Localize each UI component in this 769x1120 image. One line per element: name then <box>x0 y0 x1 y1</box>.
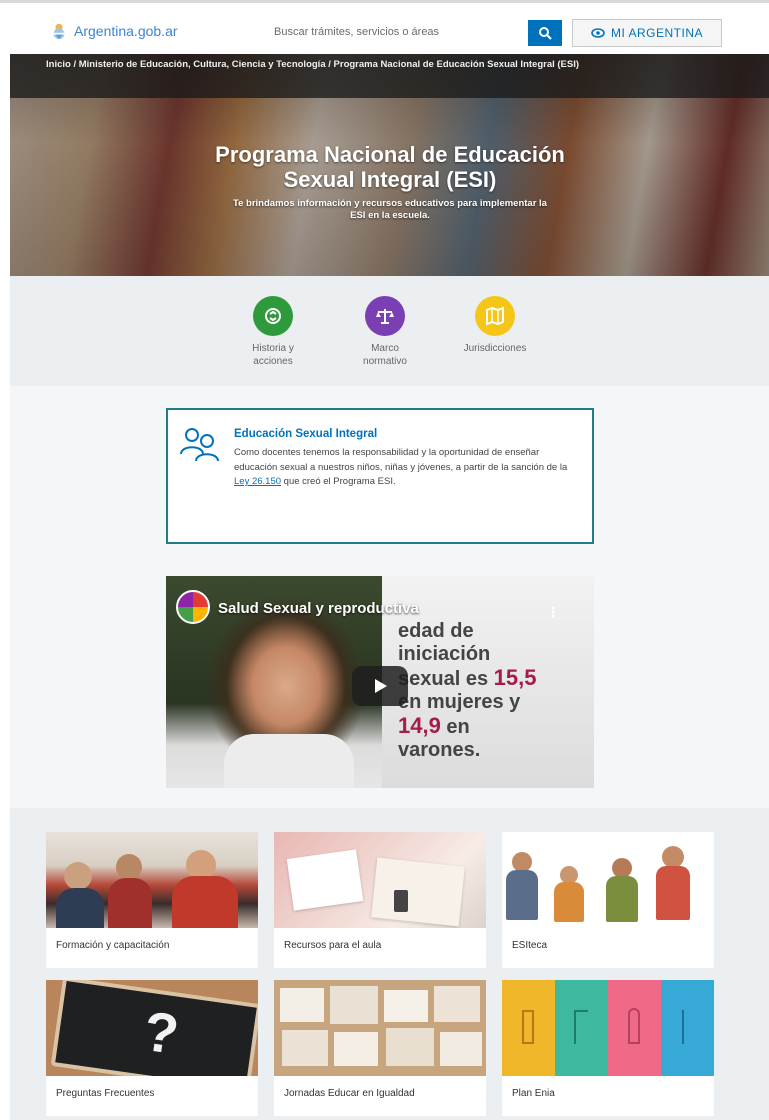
quick-link-label-line: Historia y <box>252 343 294 354</box>
tile-image: ? <box>46 980 258 1076</box>
tile-preguntas[interactable]: ? Preguntas Frecuentes <box>46 980 258 1116</box>
top-divider <box>0 0 769 3</box>
video-text-line: en mujeres y <box>398 691 521 713</box>
breadcrumb-current: Programa Nacional de Educación Sexual In… <box>333 59 580 70</box>
quick-link-label-line: Marco <box>371 343 399 354</box>
tile-jornadas[interactable]: Jornadas Educar en Igualdad <box>274 980 486 1116</box>
quick-links-band: Historia y acciones Marco normativo Juri… <box>10 276 769 386</box>
tile-image <box>502 832 714 928</box>
page-title-line2: Sexual Integral (ESI) <box>283 167 497 192</box>
tile-image <box>274 980 486 1076</box>
video-text-line: 14,9 en <box>398 714 578 739</box>
breadcrumb-ministry[interactable]: Ministerio de Educación, Cultura, Cienci… <box>79 59 326 70</box>
site-header: Argentina.gob.ar MI ARGENTINA <box>10 8 769 54</box>
video-text-line: varones. <box>398 739 481 761</box>
mi-argentina-icon <box>591 28 605 38</box>
quick-link-label: Jurisdicciones <box>450 342 540 355</box>
mi-argentina-button[interactable]: MI ARGENTINA <box>572 19 722 47</box>
page: Argentina.gob.ar MI ARGENTINA Inicio / M… <box>0 0 769 1120</box>
page-subtitle-line2: ESI en la escuela. <box>350 210 430 221</box>
breadcrumb: Inicio / Ministerio de Educación, Cultur… <box>46 58 726 71</box>
quick-link-label: Historia y acciones <box>228 342 318 368</box>
page-subtitle-line1: Te brindamos información y recursos educ… <box>233 198 547 209</box>
play-icon <box>375 679 387 693</box>
play-button[interactable] <box>352 666 408 706</box>
video-overlay-text: edad de iniciación sexual es 15,5 en muj… <box>398 620 578 762</box>
video-text-fragment: en <box>440 716 470 738</box>
quick-link-historia[interactable]: Historia y acciones <box>228 296 318 368</box>
search-icon <box>539 27 552 40</box>
tile-label: Recursos para el aula <box>284 940 382 951</box>
tile-image <box>274 832 486 928</box>
people-icon <box>180 428 219 462</box>
tile-label: Preguntas Frecuentes <box>56 1088 155 1099</box>
quick-link-label-line: normativo <box>363 356 407 367</box>
tile-formacion[interactable]: Formación y capacitación <box>46 832 258 968</box>
scale-icon <box>376 309 394 324</box>
channel-avatar[interactable] <box>176 590 210 624</box>
coat-of-arms-icon <box>53 23 65 40</box>
breadcrumb-separator: / <box>70 59 79 70</box>
quick-link-label-line: acciones <box>253 356 293 367</box>
breadcrumb-separator: / <box>325 59 334 70</box>
brand-text: Argentina.gob.ar <box>74 23 178 39</box>
quick-link-label-line: Jurisdicciones <box>463 343 527 354</box>
brand-logo[interactable]: Argentina.gob.ar <box>50 22 178 40</box>
video-text-line: iniciación <box>398 643 491 665</box>
quick-link-circle <box>475 296 515 336</box>
history-icon <box>265 308 281 324</box>
video-text-line: sexual es 15,5 <box>398 666 578 691</box>
tile-label: Plan Enia <box>512 1088 555 1099</box>
video-thumbnail-shirt <box>224 734 354 788</box>
page-title-line1: Programa Nacional de Educación <box>215 142 565 167</box>
quick-link-jurisdicciones[interactable]: Jurisdicciones <box>450 296 540 355</box>
tile-esiteca[interactable]: ESIteca <box>502 832 714 968</box>
video-text-line: edad de <box>398 620 474 642</box>
esi-card-body: Como docentes tenemos la responsabilidad… <box>234 446 580 490</box>
quick-link-circle <box>253 296 293 336</box>
search-button[interactable] <box>528 20 562 46</box>
main-content: Educación Sexual Integral Como docentes … <box>10 386 769 808</box>
mi-argentina-label: MI ARGENTINA <box>610 26 703 40</box>
page-title: Programa Nacional de Educación Sexual In… <box>130 142 650 192</box>
resource-tiles: Formación y capacitación Recursos para e… <box>10 808 769 1120</box>
more-options-icon[interactable]: ⋮ <box>546 604 560 621</box>
video-highlight-value: 14,9 <box>398 713 441 738</box>
quick-link-label: Marco normativo <box>340 342 430 368</box>
tile-image <box>46 832 258 928</box>
esi-card-title: Educación Sexual Integral <box>234 428 378 440</box>
video-player[interactable]: Salud Sexual y reproductiva ⋮ edad de in… <box>166 576 594 788</box>
hero-banner: Inicio / Ministerio de Educación, Cultur… <box>10 54 769 276</box>
breadcrumb-home[interactable]: Inicio <box>46 59 71 70</box>
search-input[interactable] <box>264 20 526 44</box>
tile-label: Formación y capacitación <box>56 940 170 951</box>
video-title[interactable]: Salud Sexual y reproductiva <box>218 600 419 617</box>
map-icon <box>486 306 504 326</box>
page-subtitle: Te brindamos información y recursos educ… <box>160 198 620 222</box>
ley-26150-link[interactable]: Ley 26.150 <box>234 476 281 487</box>
video-text-fragment: sexual es <box>398 668 494 690</box>
esi-card-text: que creó el Programa ESI. <box>281 476 396 487</box>
quick-link-marco[interactable]: Marco normativo <box>340 296 430 368</box>
quick-link-circle <box>365 296 405 336</box>
tile-plan-enia[interactable]: Plan Enia <box>502 980 714 1116</box>
tile-label: Jornadas Educar en Igualdad <box>284 1088 415 1099</box>
video-highlight-value: 15,5 <box>493 665 537 690</box>
esi-card-text: Como docentes tenemos la responsabilidad… <box>234 447 568 473</box>
breadcrumb-bar: Inicio / Ministerio de Educación, Cultur… <box>10 54 769 98</box>
esi-info-card: Educación Sexual Integral Como docentes … <box>166 408 594 544</box>
tile-image <box>502 980 714 1076</box>
tile-label: ESIteca <box>512 940 548 951</box>
tile-recursos[interactable]: Recursos para el aula <box>274 832 486 968</box>
